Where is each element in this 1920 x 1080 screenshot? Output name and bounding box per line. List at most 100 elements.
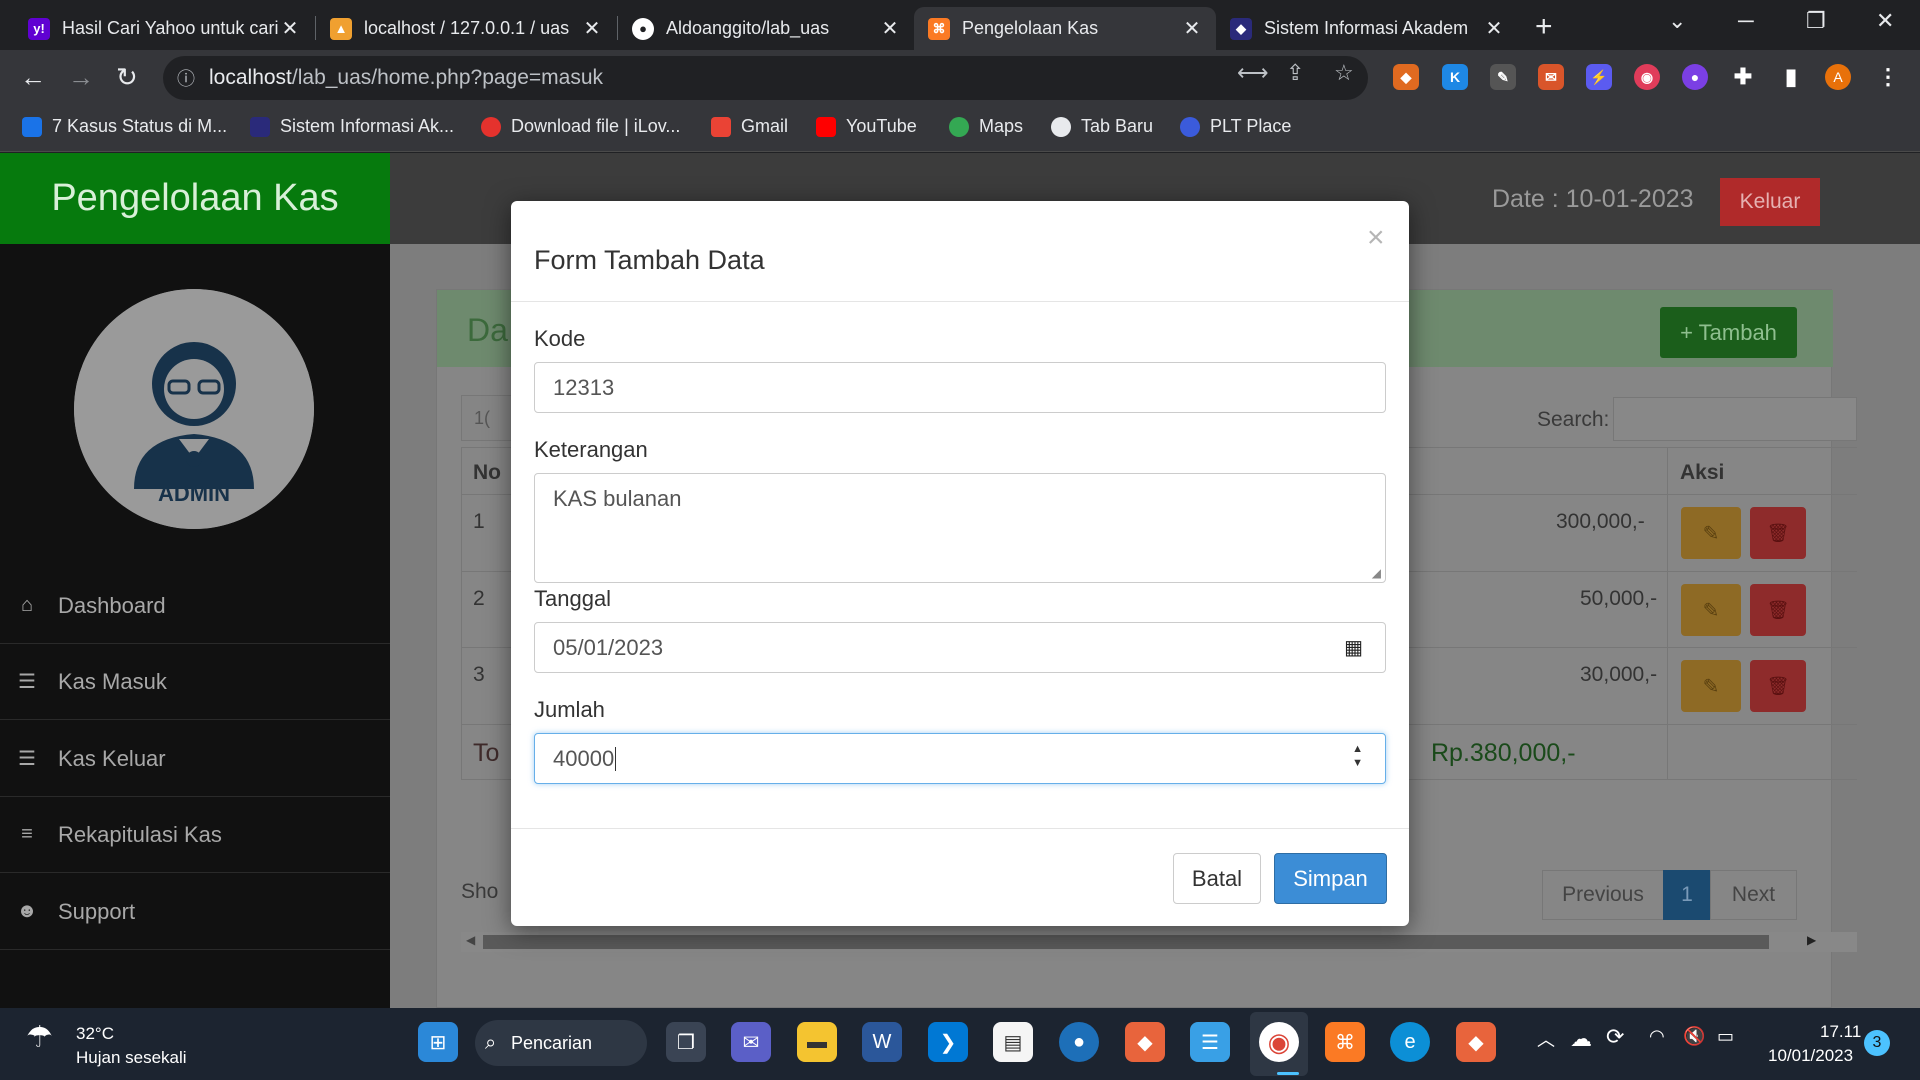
side-panel-icon[interactable]: ▮ (1778, 64, 1804, 90)
restore-icon[interactable]: ❐ (1806, 8, 1826, 34)
file-explorer-icon[interactable]: ▬ (797, 1022, 837, 1062)
task-view-icon[interactable]: ❐ (666, 1022, 706, 1062)
document-app-icon[interactable]: ▤ (993, 1022, 1033, 1062)
weather-temperature[interactable]: 32°C (76, 1024, 114, 1044)
pagination-previous[interactable]: Previous (1542, 870, 1664, 920)
sync-icon[interactable]: ⟳ (1606, 1024, 1624, 1050)
address-bar[interactable]: ⓘ localhost/lab_uas/home.php?page=masuk (163, 56, 1368, 100)
close-tab-icon[interactable]: ✕ (1182, 16, 1202, 41)
jumlah-number-input[interactable]: 40000 ▲ ▼ (534, 733, 1386, 784)
edit-button[interactable]: ✎ (1681, 660, 1741, 712)
close-window-icon[interactable]: ✕ (1876, 8, 1894, 34)
sidebar-item-kas-masuk[interactable]: ☰ Kas Masuk (0, 644, 390, 720)
extension-mail-icon[interactable]: ✉ (1538, 64, 1564, 90)
taskbar-search[interactable]: ⌕ Pencarian (475, 1020, 647, 1066)
extension-pen-icon[interactable]: ✎ (1490, 64, 1516, 90)
bookmark-item[interactable]: Maps (949, 116, 1023, 137)
add-data-button[interactable]: + Tambah (1660, 307, 1797, 358)
battery-icon[interactable]: ▭ (1717, 1026, 1734, 1047)
calendar-icon[interactable]: ▦ (1344, 635, 1363, 660)
tab-search-icon[interactable]: ⌄ (1668, 8, 1686, 34)
bookmark-item[interactable]: 7 Kasus Status di M... (22, 116, 227, 137)
close-tab-icon[interactable]: ✕ (582, 16, 602, 41)
horizontal-scrollbar[interactable]: ◀ ▶ (461, 932, 1857, 952)
extension-record-icon[interactable]: ◉ (1634, 64, 1660, 90)
weather-rain-icon[interactable]: ☂ (26, 1020, 53, 1055)
extension-chat-icon[interactable]: ● (1682, 64, 1708, 90)
edit-button[interactable]: ✎ (1681, 507, 1741, 559)
minimize-icon[interactable]: ─ (1738, 8, 1754, 34)
bookmark-item[interactable]: Gmail (711, 116, 788, 137)
bookmark-item[interactable]: Tab Baru (1051, 116, 1153, 137)
speaker-muted-icon[interactable]: 🔇 (1683, 1026, 1705, 1047)
git-icon[interactable]: ◆ (1125, 1022, 1165, 1062)
wifi-icon[interactable]: ◠ (1649, 1026, 1665, 1047)
delete-button[interactable]: 🗑 (1750, 584, 1806, 636)
teams-chat-icon[interactable]: ✉ (731, 1022, 771, 1062)
menu-kebab-icon[interactable]: ⋮ (1875, 64, 1901, 90)
reload-icon[interactable]: ↻ (116, 62, 138, 93)
browser-tab-sistem-informasi[interactable]: ◆ Sistem Informasi Akadem ✕ (1216, 7, 1518, 50)
sidebar-item-rekapitulasi[interactable]: ≡ Rekapitulasi Kas (0, 797, 390, 873)
browser-tab-phpmyadmin[interactable]: ▲ localhost / 127.0.0.1 / uas ✕ (316, 7, 616, 50)
scroll-left-icon[interactable]: ◀ (466, 933, 475, 947)
xampp-icon[interactable]: ⌘ (1325, 1022, 1365, 1062)
keterangan-textarea[interactable]: KAS bulanan ◢ (534, 473, 1386, 583)
delete-button[interactable]: 🗑 (1750, 507, 1806, 559)
sidebar-item-kas-keluar[interactable]: ☰ Kas Keluar (0, 721, 390, 797)
app-circle-icon[interactable]: ● (1059, 1022, 1099, 1062)
browser-tab-github[interactable]: ● Aldoanggito/lab_uas ✕ (618, 7, 914, 50)
close-tab-icon[interactable]: ✕ (280, 16, 300, 41)
bookmark-item[interactable]: PLT Place (1180, 116, 1291, 137)
bookmark-star-icon[interactable]: ☆ (1334, 60, 1354, 86)
scrollbar-thumb[interactable] (483, 935, 1769, 949)
page-length-select[interactable]: 1( (461, 395, 516, 441)
bookmark-item[interactable]: Download file | iLov... (481, 116, 680, 137)
kode-input[interactable]: 12313 (534, 362, 1386, 413)
extension-bolt-icon[interactable]: ⚡ (1586, 64, 1612, 90)
close-tab-icon[interactable]: ✕ (1484, 16, 1504, 41)
clock-date[interactable]: 10/01/2023 (1768, 1046, 1853, 1066)
edge-icon[interactable]: e (1390, 1022, 1430, 1062)
translate-icon[interactable]: ⟷ (1237, 60, 1269, 86)
extension-k-icon[interactable]: K (1442, 64, 1468, 90)
git-gui-icon[interactable]: ◆ (1456, 1022, 1496, 1062)
pagination-next[interactable]: Next (1710, 870, 1797, 920)
bookmark-item[interactable]: Sistem Informasi Ak... (250, 116, 454, 137)
site-info-icon[interactable]: ⓘ (177, 65, 195, 91)
search-input[interactable] (1613, 397, 1857, 441)
scroll-right-icon[interactable]: ▶ (1807, 933, 1816, 947)
logout-button[interactable]: Keluar (1720, 178, 1820, 226)
cancel-button[interactable]: Batal (1173, 853, 1261, 904)
close-icon[interactable]: × (1367, 221, 1385, 255)
save-button[interactable]: Simpan (1274, 853, 1387, 904)
resize-handle-icon[interactable]: ◢ (1372, 566, 1381, 580)
sidebar-item-support[interactable]: ☻ Support (0, 874, 390, 950)
profile-avatar[interactable]: A (1825, 64, 1851, 90)
weather-description[interactable]: Hujan sesekali (76, 1048, 187, 1068)
tanggal-date-input[interactable]: 05/01/2023 ▦ (534, 622, 1386, 673)
notepad-icon[interactable]: ☰ (1190, 1022, 1230, 1062)
notification-badge[interactable]: 3 (1864, 1030, 1890, 1056)
forward-icon[interactable]: → (68, 62, 94, 93)
sidebar-item-dashboard[interactable]: ⌂ Dashboard (0, 568, 390, 644)
vscode-icon[interactable]: ❯ (928, 1022, 968, 1062)
chrome-icon[interactable]: ◉ (1259, 1022, 1299, 1062)
close-tab-icon[interactable]: ✕ (880, 16, 900, 41)
number-stepper-icon[interactable]: ▲ ▼ (1352, 742, 1363, 770)
delete-button[interactable]: 🗑 (1750, 660, 1806, 712)
share-icon[interactable]: ⇪ (1286, 60, 1304, 86)
app-brand[interactable]: Pengelolaan Kas (0, 153, 390, 244)
show-hidden-icons-icon[interactable]: ︿ (1537, 1026, 1555, 1052)
extensions-puzzle-icon[interactable]: ✚ (1730, 64, 1756, 90)
onedrive-cloud-icon[interactable]: ☁ (1570, 1026, 1592, 1052)
windows-start-icon[interactable]: ⊞ (418, 1022, 458, 1062)
word-icon[interactable]: W (862, 1022, 902, 1062)
clock-time[interactable]: 17.11 (1820, 1022, 1861, 1042)
browser-tab-yahoo[interactable]: y! Hasil Cari Yahoo untuk cari ✕ (14, 7, 314, 50)
back-icon[interactable]: ← (20, 62, 46, 93)
pagination-page-1[interactable]: 1 (1663, 870, 1711, 920)
edit-button[interactable]: ✎ (1681, 584, 1741, 636)
new-tab-icon[interactable]: + (1535, 10, 1553, 44)
extension-fox-icon[interactable]: ◆ (1393, 64, 1419, 90)
